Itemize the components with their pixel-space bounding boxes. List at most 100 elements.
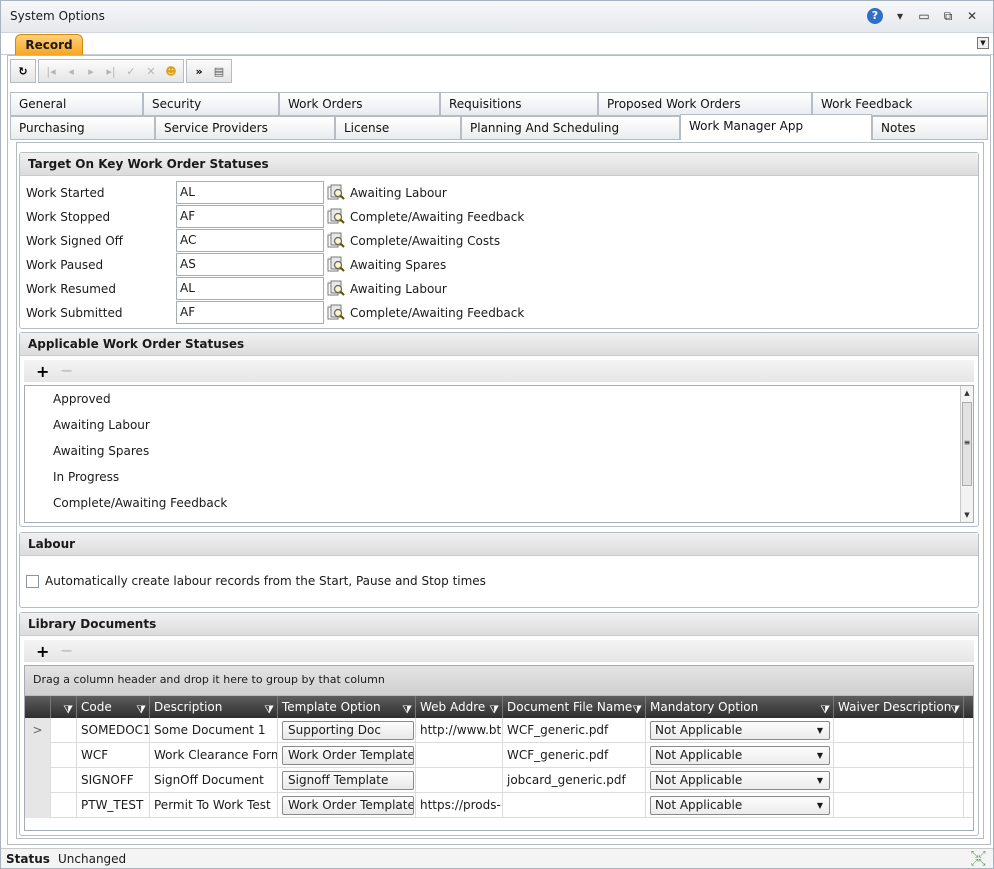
tab-planning-and-scheduling[interactable]: Planning And Scheduling bbox=[461, 116, 680, 140]
add-status-icon[interactable]: + bbox=[36, 362, 49, 381]
code-cell: WCF bbox=[77, 743, 150, 768]
status-code-input[interactable]: AC bbox=[176, 229, 324, 252]
filter-icon[interactable]: ⧩ bbox=[264, 699, 274, 718]
users-icon[interactable]: ☻ bbox=[163, 65, 179, 78]
tab-work-manager-app[interactable]: Work Manager App bbox=[680, 114, 872, 140]
template-option-button[interactable]: Supporting Doc bbox=[282, 721, 414, 740]
column-header-waiver-description[interactable]: Waiver Description ⧩ bbox=[834, 696, 964, 718]
help-dropdown-icon[interactable]: ▾ bbox=[893, 9, 907, 23]
row-selector[interactable] bbox=[25, 743, 51, 768]
list-item[interactable]: Awaiting Spares bbox=[53, 444, 149, 458]
status-description: Awaiting Labour bbox=[350, 186, 447, 200]
tab-purchasing[interactable]: Purchasing bbox=[10, 116, 155, 140]
lookup-icon[interactable] bbox=[327, 304, 345, 321]
list-item[interactable]: Complete/Awaiting Feedback bbox=[53, 496, 227, 510]
column-header-mandatory-option[interactable]: Mandatory Option ⧩ bbox=[646, 696, 834, 718]
filter-icon[interactable]: ⧩ bbox=[632, 699, 642, 718]
filter-icon[interactable]: ⧩ bbox=[136, 699, 146, 718]
close-icon[interactable]: ✕ bbox=[965, 9, 979, 23]
list-scrollbar[interactable]: ▲ ≡ ▼ bbox=[960, 386, 973, 522]
scroll-down-icon[interactable]: ▼ bbox=[961, 508, 973, 522]
tab-service-providers[interactable]: Service Providers bbox=[155, 116, 335, 140]
record-tab[interactable]: Record bbox=[15, 34, 83, 55]
row-selector[interactable] bbox=[25, 793, 51, 818]
tab-general[interactable]: General bbox=[10, 92, 143, 116]
last-record-icon[interactable]: ▸| bbox=[103, 65, 119, 78]
cancel-x-icon[interactable]: ✕ bbox=[143, 65, 159, 78]
lookup-icon[interactable] bbox=[327, 256, 345, 273]
column-header-description[interactable]: Description ⧩ bbox=[150, 696, 278, 718]
tab-notes[interactable]: Notes bbox=[872, 116, 988, 140]
menu-dropdown-icon[interactable]: ▼ bbox=[977, 37, 989, 49]
table-row[interactable]: SIGNOFF SignOff Document Signoff Templat… bbox=[25, 768, 973, 793]
previous-record-icon[interactable]: ◂ bbox=[63, 65, 79, 78]
labour-section: Labour Automatically create labour recor… bbox=[19, 532, 979, 608]
group-by-panel[interactable]: Drag a column header and drop it here to… bbox=[25, 666, 973, 696]
list-item[interactable]: In Progress bbox=[53, 470, 119, 484]
work-manager-app-page: Target On Key Work Order Statuses Work S… bbox=[16, 142, 984, 839]
library-toolbar: + − bbox=[24, 640, 974, 662]
applicable-statuses-list[interactable]: Approved Awaiting Labour Awaiting Spares… bbox=[24, 385, 974, 523]
tab-proposed-work-orders[interactable]: Proposed Work Orders bbox=[598, 92, 812, 116]
select-value: Not Applicable bbox=[655, 723, 743, 737]
remove-status-icon[interactable]: − bbox=[60, 361, 73, 380]
refresh-icon[interactable]: ↻ bbox=[15, 65, 31, 78]
filter-icon[interactable]: ⧩ bbox=[820, 699, 830, 718]
lookup-icon[interactable] bbox=[327, 232, 345, 249]
template-option-button[interactable]: Work Order Template bbox=[282, 796, 414, 815]
tab-work-feedback[interactable]: Work Feedback bbox=[812, 92, 988, 116]
section-title: Target On Key Work Order Statuses bbox=[20, 153, 978, 176]
resize-grip-icon[interactable]: ⤡⤢ ⤢⤡ bbox=[971, 851, 987, 868]
status-code-input[interactable]: AF bbox=[176, 301, 324, 324]
tab-license[interactable]: License bbox=[335, 116, 461, 140]
select-value: Not Applicable bbox=[655, 798, 743, 812]
tab-requisitions[interactable]: Requisitions bbox=[440, 92, 598, 116]
list-item[interactable]: Awaiting Labour bbox=[53, 418, 150, 432]
lookup-icon[interactable] bbox=[327, 208, 345, 225]
add-document-icon[interactable]: + bbox=[36, 642, 49, 661]
filter-icon[interactable]: ⧩ bbox=[63, 699, 73, 718]
lookup-icon[interactable] bbox=[327, 280, 345, 297]
mandatory-option-select[interactable]: Not Applicable ▼ bbox=[650, 721, 830, 740]
list-item[interactable]: Approved bbox=[53, 392, 111, 406]
status-code-input[interactable]: AS bbox=[176, 253, 324, 276]
scroll-up-icon[interactable]: ▲ bbox=[961, 386, 973, 400]
filter-icon[interactable]: ⧩ bbox=[402, 699, 412, 718]
window-title: System Options bbox=[10, 9, 105, 23]
tab-work-orders[interactable]: Work Orders bbox=[279, 92, 440, 116]
save-check-icon[interactable]: ✓ bbox=[123, 65, 139, 78]
auto-create-labour-checkbox[interactable] bbox=[26, 575, 39, 588]
row-selector[interactable]: > bbox=[25, 718, 51, 743]
status-code-input[interactable]: AF bbox=[176, 205, 324, 228]
remove-document-icon[interactable]: − bbox=[60, 641, 73, 660]
filter-icon[interactable]: ⧩ bbox=[489, 699, 499, 718]
waiver-cell bbox=[834, 718, 964, 743]
column-header-web-address[interactable]: Web Addre ⧩ bbox=[416, 696, 503, 718]
filter-icon[interactable]: ⧩ bbox=[950, 699, 960, 718]
minimize-icon[interactable]: ▭ bbox=[917, 9, 931, 23]
mandatory-option-select[interactable]: Not Applicable ▼ bbox=[650, 746, 830, 765]
next-record-icon[interactable]: ▸ bbox=[83, 65, 99, 78]
table-row[interactable]: WCF Work Clearance Form Work Order Templ… bbox=[25, 743, 973, 768]
row-selector[interactable] bbox=[25, 768, 51, 793]
template-option-button[interactable]: Work Order Template bbox=[282, 746, 414, 765]
tab-security[interactable]: Security bbox=[143, 92, 279, 116]
status-code-input[interactable]: AL bbox=[176, 277, 324, 300]
restore-icon[interactable]: ⧉ bbox=[941, 9, 955, 24]
column-header-template-option[interactable]: Template Option ⧩ bbox=[278, 696, 416, 718]
status-code-input[interactable]: AL bbox=[176, 181, 324, 204]
first-record-icon[interactable]: |◂ bbox=[43, 65, 59, 78]
table-row[interactable]: > SOMEDOC1 Some Document 1 Supporting Do… bbox=[25, 718, 973, 743]
more-actions-icon[interactable]: » bbox=[191, 65, 207, 78]
template-option-button[interactable]: Signoff Template bbox=[282, 771, 414, 790]
scroll-thumb[interactable]: ≡ bbox=[962, 402, 972, 486]
status-description: Awaiting Spares bbox=[350, 258, 447, 272]
table-row[interactable]: PTW_TEST Permit To Work Test Work Order … bbox=[25, 793, 973, 818]
mandatory-option-select[interactable]: Not Applicable ▼ bbox=[650, 796, 830, 815]
report-icon[interactable]: ▤ bbox=[211, 65, 227, 78]
lookup-icon[interactable] bbox=[327, 184, 345, 201]
column-header-code[interactable]: Code ⧩ bbox=[77, 696, 150, 718]
mandatory-option-select[interactable]: Not Applicable ▼ bbox=[650, 771, 830, 790]
help-icon[interactable]: ? bbox=[867, 8, 883, 24]
column-header-document-file-name[interactable]: Document File Name ⧩ bbox=[503, 696, 646, 718]
